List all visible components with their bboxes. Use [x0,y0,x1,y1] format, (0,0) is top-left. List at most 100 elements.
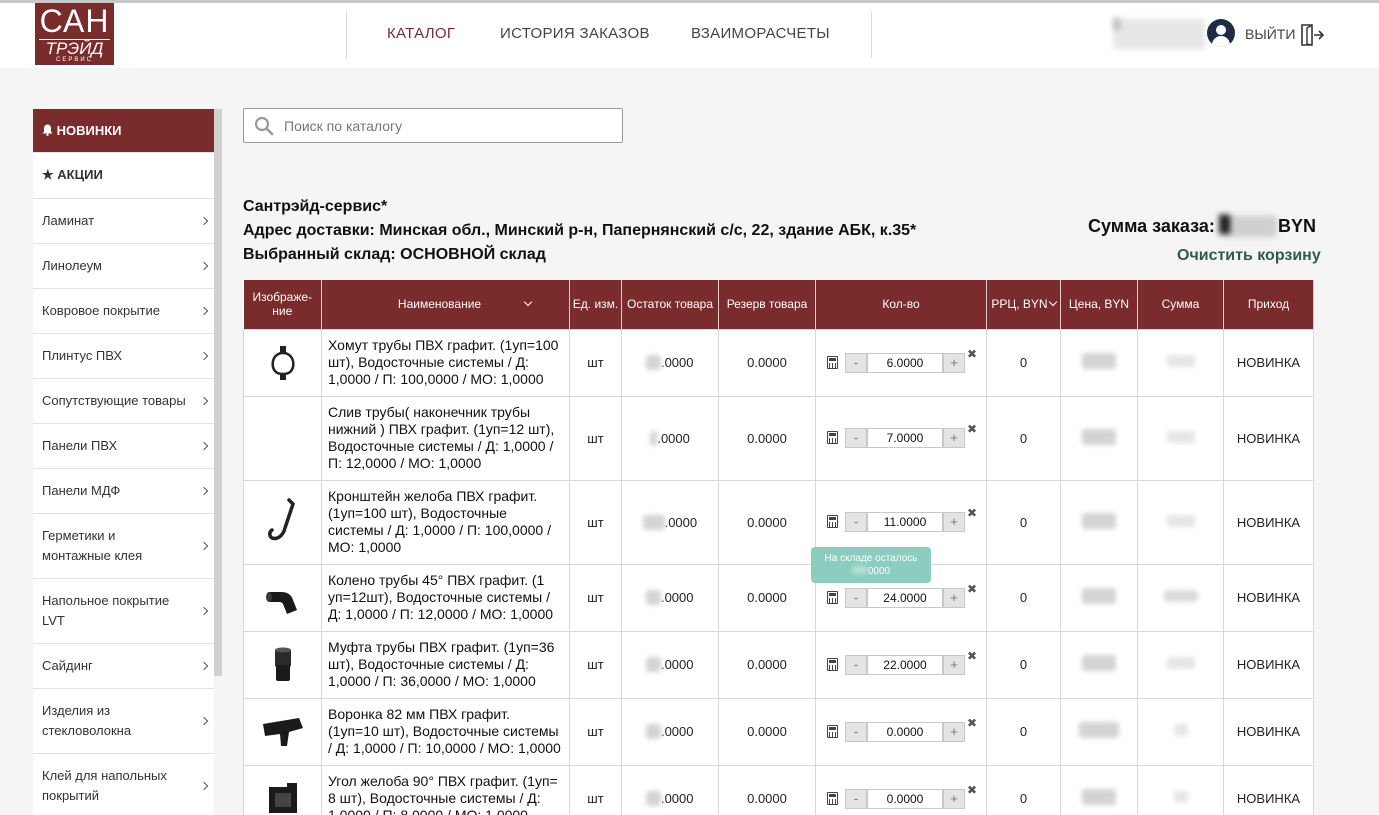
sidebar-item-siding[interactable]: Сайдинг [33,644,214,689]
quantity-input[interactable]: 0.0000 [867,721,943,742]
increment-button[interactable]: + [943,788,965,809]
increment-button[interactable]: + [943,352,965,373]
remove-icon[interactable]: ✖ [967,649,977,663]
stock-blurred: 0 [650,430,658,446]
sidebar-item-floor-glue[interactable]: Клей для напольных покрытий [33,754,214,815]
decrement-button[interactable]: - [845,654,867,675]
sidebar-scrollbar[interactable] [214,109,222,676]
decrement-button[interactable]: - [845,788,867,809]
quantity-input[interactable]: 6.0000 [867,352,943,373]
product-name[interactable]: Муфта трубы ПВХ графит. (1уп=36 шт), Вод… [321,630,570,699]
rrp: 0 [986,630,1061,699]
stock-blurred: 00 [646,590,661,605]
sidebar-item-lvt[interactable]: Напольное покрытие LVT [33,579,214,644]
calculator-icon[interactable] [827,791,838,805]
sidebar-item-promo[interactable]: ★ АКЦИИ [33,153,214,199]
search-input[interactable] [284,116,604,136]
product-image[interactable] [243,697,322,766]
price [1060,630,1138,699]
quantity-input[interactable]: 22.0000 [867,654,943,675]
user-avatar-icon[interactable] [1207,19,1235,47]
arrival: НОВИНКА [1223,764,1314,815]
sidebar-item-pvc-skirting[interactable]: Плинтус ПВХ [33,334,214,379]
calculator-icon[interactable] [827,657,838,671]
nav-catalog[interactable]: КАТАЛОГ [387,25,455,42]
increment-button[interactable]: + [943,512,965,532]
product-name[interactable]: Хомут трубы ПВХ графит. (1уп=100 шт), Во… [321,328,570,397]
decrement-button[interactable]: - [845,512,867,532]
sidebar-item-new[interactable]: НОВИНКИ [33,109,214,153]
clear-cart-link[interactable]: Очистить корзину [1177,247,1321,265]
remove-icon[interactable]: ✖ [967,582,977,596]
remove-icon[interactable]: ✖ [967,783,977,797]
quantity-input[interactable]: 7.0000 [867,428,943,448]
calculator-icon[interactable] [827,431,838,444]
calculator-icon[interactable] [827,724,838,738]
stock: 00.0000 [621,764,719,815]
product-name[interactable]: Колено трубы 45° ПВХ графит. (1 уп=12шт)… [321,563,570,632]
sidebar-item-text: покрытий [42,788,100,803]
rrp: 0 [986,764,1061,815]
logo-bottom: СЕРВИС [56,57,93,63]
sidebar-item-accessories[interactable]: Сопутствующие товары [33,379,214,424]
decrement-button[interactable]: - [845,352,867,373]
quantity-input[interactable]: 11.0000 [867,512,943,532]
sidebar-item-laminate[interactable]: Ламинат [33,199,214,244]
logout-icon[interactable] [1299,23,1325,47]
quantity-input[interactable]: 24.0000 [867,587,943,608]
logo[interactable]: САН ТРЭЙД СЕРВИС [35,3,114,65]
table-row: Хомут трубы ПВХ графит. (1уп=100 шт), Во… [243,328,1314,397]
decrement-button[interactable]: - [845,587,867,608]
quantity-stepper: - 24.0000 + ✖ [827,582,977,608]
sidebar-item-mdf-panels[interactable]: Панели МДФ [33,469,214,514]
product-image[interactable] [243,563,322,632]
remove-icon[interactable]: ✖ [967,716,977,730]
quantity-input[interactable]: 0.0000 [867,788,943,809]
remove-icon[interactable]: ✖ [967,347,977,361]
increment-button[interactable]: + [943,428,965,448]
increment-button[interactable]: + [943,654,965,675]
client-name: Сантрэйд-сервис* [243,198,388,215]
sidebar-item-label: ★ АКЦИИ [42,165,103,185]
decrement-button[interactable]: - [845,428,867,448]
table-header-row: Изображе-ние Наименование Ед. изм. Остат… [243,280,1314,329]
product-name[interactable]: Кронштейн желоба ПВХ графит. (1уп=100 шт… [321,479,570,565]
sidebar-item-carpet[interactable]: Ковровое покрытие [33,289,214,334]
reserve: 0.0000 [718,479,816,565]
stock-blurred: 000 [642,514,665,530]
product-image[interactable] [243,630,322,699]
sidebar-item-sealants[interactable]: Герметики и монтажные клея [33,514,214,579]
sidebar-item-label: Клей для напольных покрытий [42,766,167,806]
product-image[interactable] [243,764,322,815]
col-rrp[interactable]: РРЦ, BYN [986,280,1061,329]
chevron-right-icon [199,716,209,726]
nav-settlements[interactable]: ВЗАИМОРАСЧЕТЫ [691,25,830,42]
chevron-down-icon [1048,298,1057,307]
product-image[interactable] [243,479,322,565]
decrement-button[interactable]: - [845,721,867,742]
remove-icon[interactable]: ✖ [967,422,977,436]
sidebar-item-pvc-panels[interactable]: Панели ПВХ [33,424,214,469]
remove-icon[interactable]: ✖ [967,506,977,520]
chevron-right-icon [199,486,209,496]
product-name[interactable]: Угол желоба 90° ПВХ графит. (1уп= 8 шт),… [321,764,570,815]
col-name[interactable]: Наименование [321,280,570,329]
nav-order-history[interactable]: ИСТОРИЯ ЗАКАЗОВ [500,25,650,42]
increment-button[interactable]: + [943,587,965,608]
sidebar-item-linoleum[interactable]: Линолеум [33,244,214,289]
product-image[interactable] [243,328,322,397]
sidebar-item-label: НОВИНКИ [42,121,122,141]
product-name[interactable]: Слив трубы( наконечник трубы нижний ) ПВ… [321,395,570,481]
calculator-icon[interactable] [827,515,838,528]
product-name[interactable]: Воронка 82 мм ПВХ графит. (1уп=10 шт), В… [321,697,570,766]
calculator-icon[interactable] [827,355,838,369]
sidebar-item-fiberglass[interactable]: Изделия из стекловолокна [33,689,214,754]
table-row: Воронка 82 мм ПВХ графит. (1уп=10 шт), В… [243,697,1314,766]
nav-divider [346,11,347,58]
logout-button[interactable]: ВЫЙТИ [1245,26,1295,42]
tooltip-text: На складе осталось [824,553,918,564]
increment-button[interactable]: + [943,721,965,742]
calculator-icon[interactable] [827,590,838,604]
product-image[interactable] [243,395,322,481]
reserve: 0.0000 [718,395,816,481]
